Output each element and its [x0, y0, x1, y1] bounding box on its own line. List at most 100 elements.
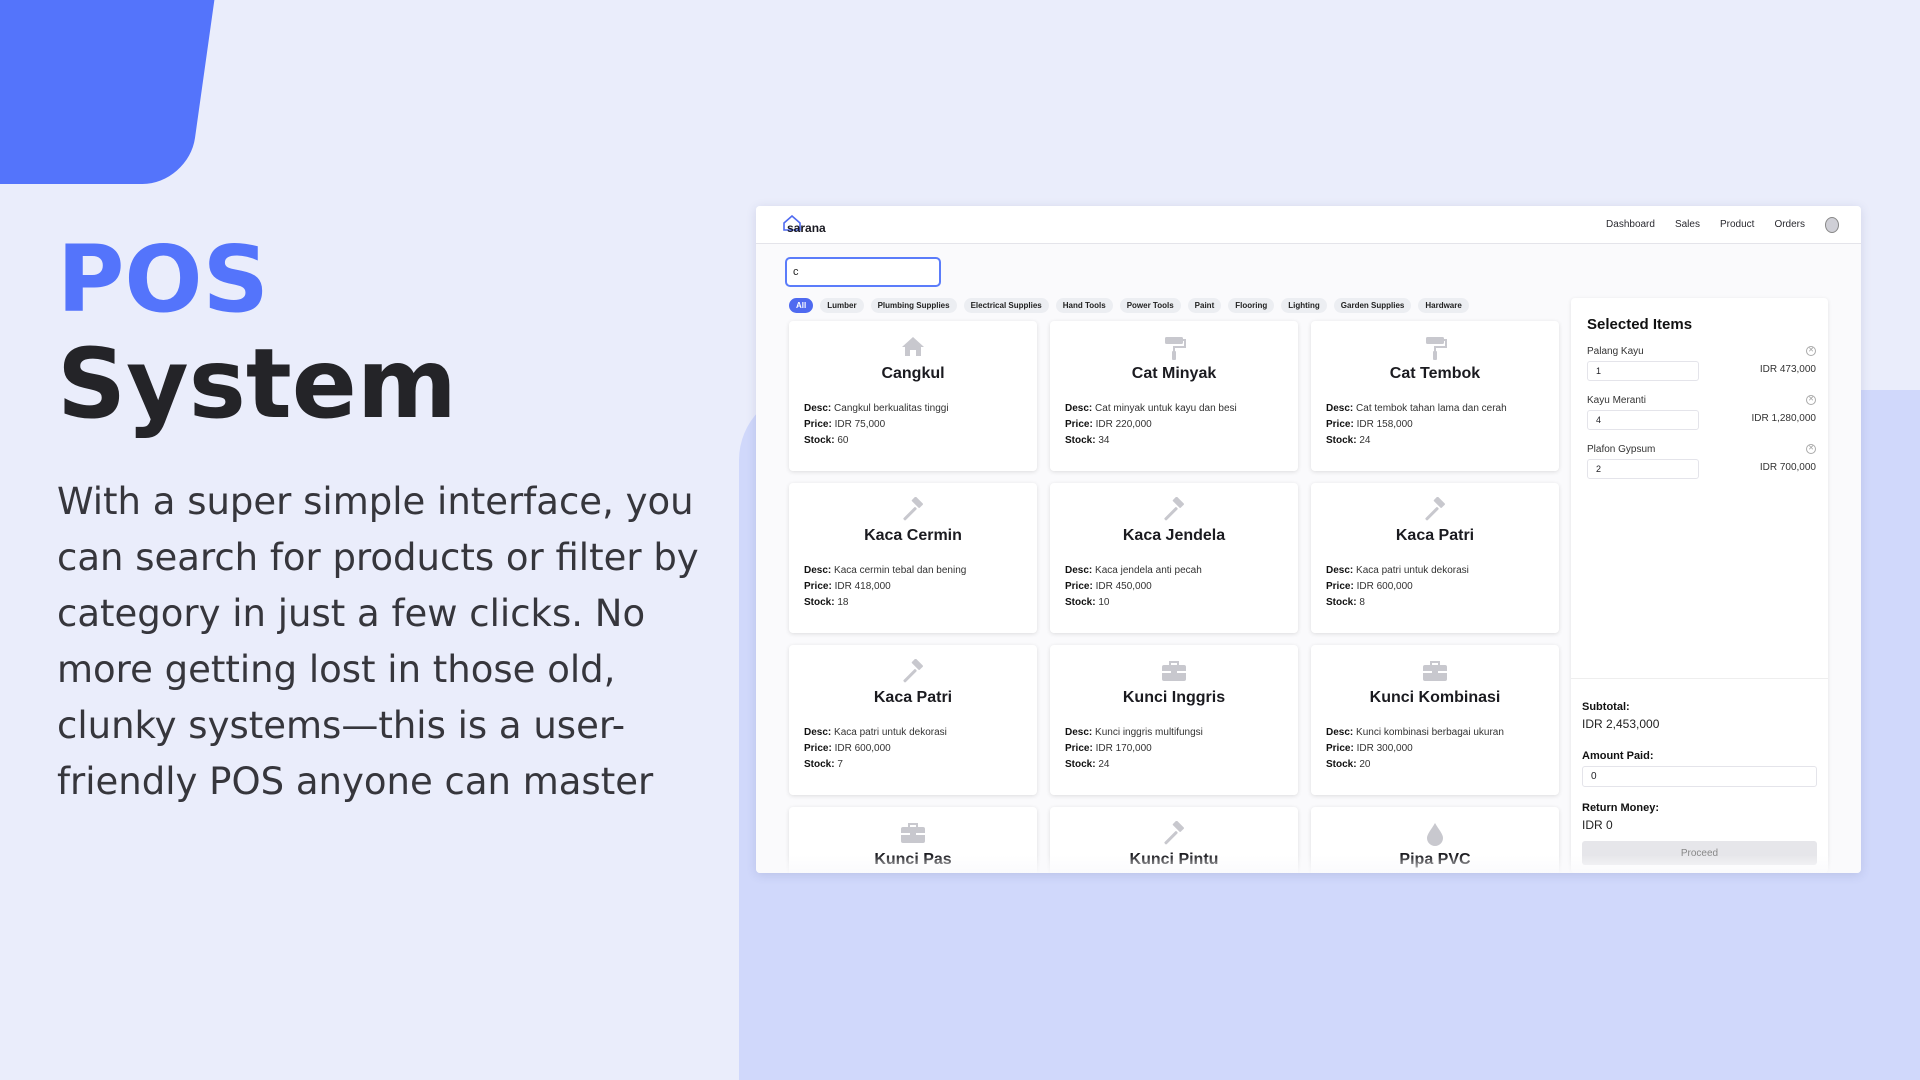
- product-card[interactable]: Cangkul Desc: Cangkul berkualitas tinggi P…: [789, 321, 1037, 471]
- quantity-input[interactable]: 2: [1587, 459, 1699, 479]
- amount-paid-section: Amount Paid: 0: [1582, 750, 1817, 787]
- product-desc: Desc: Kunci inggris multifungsi: [1065, 727, 1203, 738]
- corner-decoration: [0, 0, 220, 184]
- return-money-value: IDR 0: [1582, 818, 1613, 832]
- selected-item: Kayu Meranti ✕ 4 IDR 1,280,000: [1587, 395, 1816, 430]
- hammer-icon: [899, 496, 927, 525]
- app-screenshot: sarana Dashboard Sales Product Orders c …: [756, 206, 1861, 873]
- chip-all[interactable]: All: [789, 298, 814, 313]
- toolbox-icon: [1160, 659, 1188, 687]
- hammer-icon: [1160, 820, 1188, 849]
- remove-icon[interactable]: ✕: [1806, 346, 1816, 356]
- product-stock: Stock: 24: [1065, 759, 1110, 770]
- selected-items-panel: Selected Items Palang Kayu ✕ 1 IDR 473,0…: [1571, 298, 1828, 873]
- nav-orders[interactable]: Orders: [1774, 219, 1805, 230]
- product-price: Price: IDR 600,000: [1326, 581, 1413, 592]
- product-price: Price: IDR 300,000: [1326, 743, 1413, 754]
- quantity-input[interactable]: 1: [1587, 361, 1699, 381]
- product-price: Price: IDR 220,000: [1065, 419, 1152, 430]
- product-card[interactable]: Kaca Patri Desc: Kaca patri untuk dekoras…: [1311, 483, 1559, 633]
- chip-paint[interactable]: Paint: [1187, 298, 1222, 313]
- product-stock: Stock: 60: [804, 435, 849, 446]
- remove-icon[interactable]: ✕: [1806, 444, 1816, 454]
- product-card[interactable]: Kaca Cermin Desc: Kaca cermin tebal dan b…: [789, 483, 1037, 633]
- hammer-icon: [1421, 496, 1449, 525]
- selected-item-price: IDR 700,000: [1759, 462, 1816, 473]
- app-topbar: sarana Dashboard Sales Product Orders: [756, 206, 1861, 244]
- product-price: Price: IDR 418,000: [804, 581, 891, 592]
- logo-text: sarana: [787, 220, 826, 235]
- chip-flooring[interactable]: Flooring: [1228, 298, 1275, 313]
- chip-electrical-supplies[interactable]: Electrical Supplies: [963, 298, 1049, 313]
- product-card[interactable]: Cat Minyak Desc: Cat minyak untuk kayu da…: [1050, 321, 1298, 471]
- paint-roller-icon: [1160, 335, 1188, 363]
- product-card[interactable]: Cat Tembok Desc: Cat tembok tahan lama da…: [1311, 321, 1559, 471]
- product-card[interactable]: Kaca Patri Desc: Kaca patri untuk dekoras…: [789, 645, 1037, 795]
- product-name: Kaca Patri: [873, 689, 953, 706]
- product-meta: Desc: Kaca jendela anti pecah Price: IDR …: [1065, 563, 1283, 611]
- product-price: Price: IDR 158,000: [1326, 419, 1413, 430]
- chip-power-tools[interactable]: Power Tools: [1119, 298, 1181, 313]
- product-desc: Desc: Cat tembok tahan lama dan cerah: [1326, 403, 1507, 414]
- avatar[interactable]: [1825, 216, 1839, 233]
- product-stock: Stock: 34: [1065, 435, 1110, 446]
- product-price: Price: IDR 170,000: [1065, 743, 1152, 754]
- return-money-section: Return Money: IDR 0: [1582, 802, 1817, 832]
- selected-item-name: Palang Kayu: [1587, 346, 1644, 357]
- chip-hand-tools[interactable]: Hand Tools: [1055, 298, 1113, 313]
- product-desc: Desc: Kaca jendela anti pecah: [1065, 565, 1202, 576]
- selected-item-price: IDR 1,280,000: [1751, 413, 1817, 424]
- droplet-icon: [1421, 821, 1449, 849]
- product-card[interactable]: Kunci Kombinasi Desc: Kunci kombinasi ber…: [1311, 645, 1559, 795]
- hammer-icon: [1160, 496, 1188, 525]
- product-card[interactable]: Kunci Inggris Desc: Kunci inggris multifu…: [1050, 645, 1298, 795]
- product-grid: Cangkul Desc: Cangkul berkualitas tinggi P…: [789, 321, 1559, 873]
- product-desc: Desc: Kaca patri untuk dekorasi: [804, 727, 947, 738]
- product-meta: Desc: Cat tembok tahan lama dan cerah Pri…: [1326, 401, 1544, 449]
- category-filter: All Lumber Plumbing Supplies Electrical …: [789, 298, 1469, 313]
- product-card[interactable]: Kaca Jendela Desc: Kaca jendela anti peca…: [1050, 483, 1298, 633]
- product-meta: Desc: Cat minyak untuk kayu dan besi Pric…: [1065, 401, 1283, 449]
- chip-plumbing-supplies[interactable]: Plumbing Supplies: [870, 298, 957, 313]
- subtotal-label: Subtotal:: [1582, 701, 1630, 713]
- product-name: Cat Tembok: [1389, 365, 1481, 382]
- product-desc: Desc: Kunci kombinasi berbagai ukuran: [1326, 727, 1504, 738]
- hero-title-line1: POS: [57, 226, 269, 333]
- chip-lumber[interactable]: Lumber: [820, 298, 864, 313]
- product-stock: Stock: 20: [1326, 759, 1371, 770]
- amount-paid-input[interactable]: 0: [1582, 766, 1817, 787]
- chip-hardware[interactable]: Hardware: [1418, 298, 1469, 313]
- product-name: Kunci Kombinasi: [1369, 689, 1501, 706]
- subtotal-value: IDR 2,453,000: [1582, 717, 1660, 731]
- panel-divider: [1571, 678, 1828, 679]
- product-meta: Desc: Cangkul berkualitas tinggi Price: I…: [804, 401, 1022, 449]
- amount-paid-label: Amount Paid:: [1582, 750, 1654, 762]
- selected-items-title: Selected Items: [1587, 316, 1693, 333]
- product-desc: Desc: Kaca cermin tebal dan bening: [804, 565, 967, 576]
- product-meta: Desc: Kaca cermin tebal dan bening Price:…: [804, 563, 1022, 611]
- product-meta: Desc: Kunci kombinasi berbagai ukuran Pri…: [1326, 725, 1544, 773]
- return-money-label: Return Money:: [1582, 802, 1659, 814]
- product-desc: Desc: Cangkul berkualitas tinggi: [804, 403, 949, 414]
- app-logo[interactable]: sarana: [783, 214, 826, 235]
- toolbox-icon: [899, 821, 927, 849]
- search-input[interactable]: c: [785, 257, 941, 287]
- hero-title: POS System: [57, 226, 457, 437]
- quantity-input[interactable]: 4: [1587, 410, 1699, 430]
- nav-product[interactable]: Product: [1720, 219, 1754, 230]
- product-name: Kaca Jendela: [1122, 527, 1226, 544]
- chip-garden-supplies[interactable]: Garden Supplies: [1333, 298, 1412, 313]
- remove-icon[interactable]: ✕: [1806, 395, 1816, 405]
- paint-roller-icon: [1421, 335, 1449, 363]
- product-name: Cangkul: [881, 365, 945, 382]
- nav-sales[interactable]: Sales: [1675, 219, 1700, 230]
- product-price: Price: IDR 600,000: [804, 743, 891, 754]
- product-meta: Desc: Kaca patri untuk dekorasi Price: ID…: [1326, 563, 1544, 611]
- hammer-icon: [899, 658, 927, 687]
- product-desc: Desc: Cat minyak untuk kayu dan besi: [1065, 403, 1237, 414]
- chip-lighting[interactable]: Lighting: [1281, 298, 1327, 313]
- product-stock: Stock: 24: [1326, 435, 1371, 446]
- nav-dashboard[interactable]: Dashboard: [1606, 219, 1655, 230]
- bottom-fade: [756, 855, 1861, 873]
- selected-item-price: IDR 473,000: [1759, 364, 1816, 375]
